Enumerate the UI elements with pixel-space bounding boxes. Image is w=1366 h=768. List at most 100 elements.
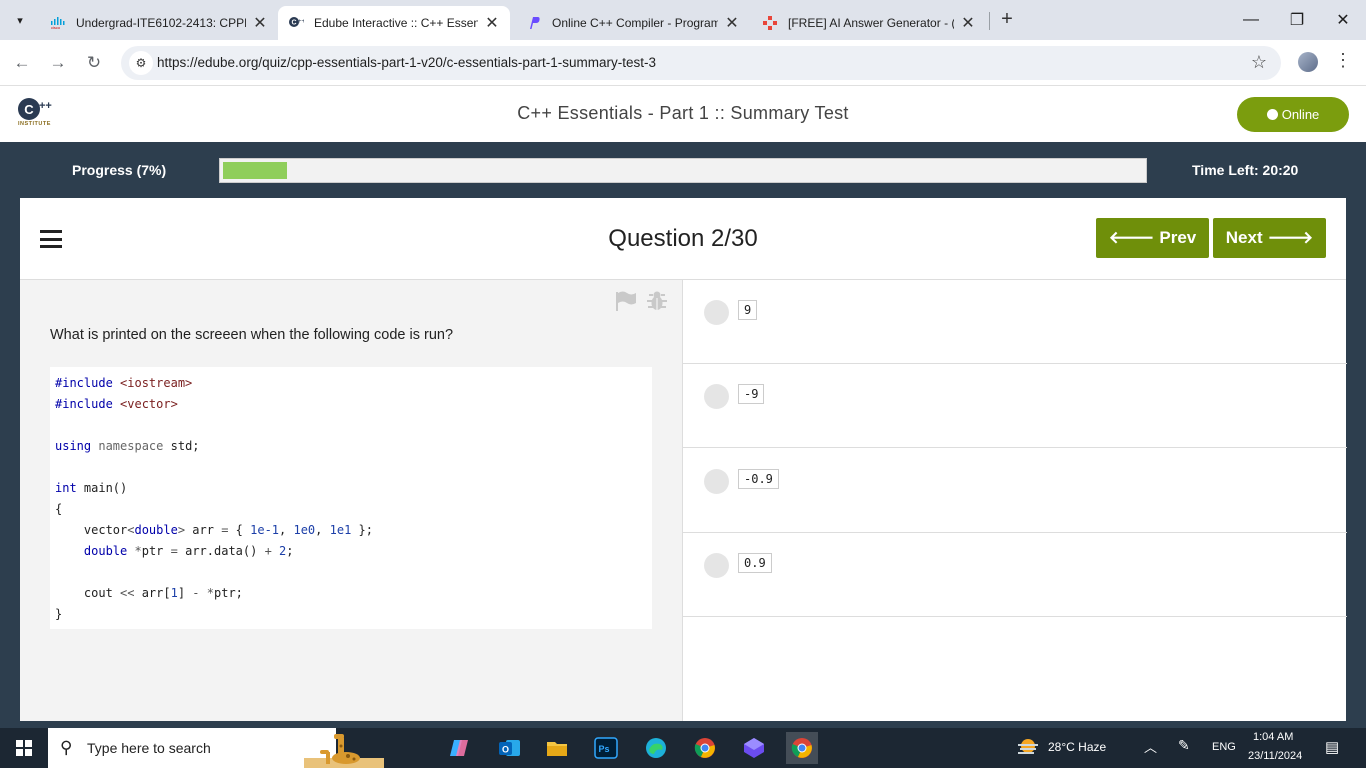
svg-text:C: C [292, 20, 297, 27]
site-info-icon[interactable]: ⚙ [129, 51, 153, 75]
app-icon[interactable] [738, 732, 770, 764]
svg-text:++: ++ [298, 19, 304, 25]
close-tab-icon[interactable]: ✕ [724, 13, 740, 33]
code-block: #include <iostream> #include <vector> us… [50, 367, 652, 629]
svg-text:cisco: cisco [51, 25, 61, 29]
minimize-icon[interactable]: — [1228, 0, 1274, 40]
progress-bar-fill [223, 162, 287, 179]
copilot-app-icon[interactable] [444, 732, 476, 764]
answer-option-4[interactable]: 0.9 [683, 533, 1347, 617]
code-line: vector<double> arr = { 1e-1, 1e0, 1e1 }; [55, 523, 373, 537]
close-tab-icon[interactable]: ✕ [252, 13, 268, 33]
prev-button[interactable]: 🡐 Prev [1096, 218, 1209, 258]
code-line: double *ptr = arr.data() + 2; [83, 544, 294, 558]
giraffe-illustration-icon [304, 734, 384, 768]
bookmark-star-icon[interactable]: ☆ [1251, 52, 1267, 73]
code-line: } [55, 607, 63, 621]
photoshop-icon[interactable]: Ps [590, 732, 622, 764]
browser-toolbar: ← → ↻ ⚙ https://edube.org/quiz/cpp-essen… [0, 40, 1366, 86]
answer-option-1[interactable]: 9 [683, 280, 1347, 364]
browser-menu-icon[interactable]: ⋮ [1334, 50, 1352, 71]
online-dot-icon [1266, 109, 1278, 120]
forward-icon[interactable]: → [45, 50, 71, 76]
taskbar-search[interactable]: ⚲ Type here to search [48, 728, 384, 768]
cpp-institute-icon: C ++ [288, 15, 304, 31]
restore-icon[interactable]: ❐ [1274, 0, 1320, 40]
answer-option-2[interactable]: -9 [683, 364, 1347, 448]
reload-icon[interactable]: ↻ [81, 50, 107, 76]
progress-bar [219, 158, 1147, 183]
weather-text[interactable]: 28°C Haze [1048, 740, 1106, 754]
code-line: using namespace std; [55, 439, 200, 453]
notifications-icon[interactable]: ▤ [1325, 738, 1339, 756]
browser-tab-4[interactable]: [FREE] AI Answer Generator - (N ✕ [752, 6, 986, 40]
url-text[interactable]: https://edube.org/quiz/cpp-essentials-pa… [157, 55, 656, 70]
code-line: { [55, 502, 63, 516]
weather-icon[interactable] [1016, 736, 1040, 761]
arrow-left-icon: 🡐 [1108, 228, 1155, 247]
online-status-button[interactable]: Online [1237, 97, 1349, 132]
address-bar[interactable]: ⚙ https://edube.org/quiz/cpp-essentials-… [121, 46, 1281, 80]
search-placeholder: Type here to search [87, 740, 211, 756]
online-label: Online [1281, 107, 1320, 122]
radio-button[interactable] [704, 469, 729, 494]
tab-title: Edube Interactive :: C++ Essenti [314, 16, 478, 30]
tab-search-dropdown-icon[interactable]: ▾ [8, 8, 32, 32]
search-icon: ⚲ [60, 738, 73, 757]
progress-band: Progress (7%) Time Left: 20:20 [0, 142, 1366, 198]
tab-title: Online C++ Compiler - Program [552, 16, 718, 30]
report-bug-icon[interactable] [646, 290, 668, 312]
tab-separator [989, 12, 990, 30]
answer-value: 0.9 [738, 553, 772, 573]
page-header: C ++ INSTITUTE C++ Essentials - Part 1 :… [0, 86, 1366, 142]
edge-icon[interactable] [640, 732, 672, 764]
chrome-icon[interactable] [689, 732, 721, 764]
clock-time[interactable]: 1:04 AM [1253, 731, 1293, 743]
close-window-icon[interactable]: ✕ [1320, 0, 1366, 40]
outlook-app-icon[interactable]: O [493, 732, 525, 764]
chrome-active-icon[interactable] [786, 732, 818, 764]
progress-label: Progress (7%) [72, 162, 167, 178]
svg-text:O: O [502, 745, 509, 755]
next-label: Next [1225, 228, 1263, 247]
browser-tab-1[interactable]: cisco Undergrad-ITE6102-2413: CPPE ✕ [40, 6, 278, 40]
start-button[interactable] [0, 728, 48, 768]
prev-label: Prev [1159, 228, 1197, 247]
clock-date[interactable]: 23/11/2024 [1248, 750, 1302, 762]
answer-option-3[interactable]: -0.9 [683, 449, 1347, 533]
answer-value: 9 [738, 300, 758, 320]
radio-button[interactable] [704, 300, 729, 325]
close-tab-icon[interactable]: ✕ [960, 13, 976, 33]
close-tab-icon[interactable]: ✕ [484, 13, 500, 33]
extension-icon[interactable] [1298, 52, 1318, 72]
code-line: #include <vector> [55, 397, 178, 411]
pen-icon[interactable]: ✎ [1178, 737, 1190, 754]
radio-button[interactable] [704, 553, 729, 578]
page-title: C++ Essentials - Part 1 :: Summary Test [517, 103, 849, 123]
language-indicator[interactable]: ENG [1212, 741, 1236, 753]
question-pane: What is printed on the screeen when the … [20, 280, 682, 721]
ai-generator-icon [762, 15, 778, 31]
svg-text:Ps: Ps [599, 744, 610, 754]
question-prompt: What is printed on the screeen when the … [50, 327, 454, 343]
taskbar: ⚲ Type here to search O Ps 28°C Haze ︿ ✎… [0, 728, 1366, 768]
answer-value: -9 [738, 384, 765, 404]
flag-icon[interactable] [614, 290, 638, 312]
browser-tab-3[interactable]: Online C++ Compiler - Program ✕ [516, 6, 750, 40]
tab-title: Undergrad-ITE6102-2413: CPPE [76, 16, 246, 30]
arrow-right-icon: 🡒 [1267, 228, 1314, 247]
file-explorer-icon[interactable] [541, 732, 573, 764]
radio-button[interactable] [704, 384, 729, 409]
code-line: int main() [55, 481, 128, 495]
code-line: #include <iostream> [55, 376, 193, 390]
new-tab-icon[interactable]: + [995, 8, 1019, 32]
answer-value: -0.9 [738, 469, 779, 489]
back-icon[interactable]: ← [9, 50, 35, 76]
next-button[interactable]: Next 🡒 [1213, 218, 1326, 258]
browser-tab-2[interactable]: C ++ Edube Interactive :: C++ Essenti ✕ [278, 6, 510, 40]
tray-chevron-icon[interactable]: ︿ [1144, 737, 1157, 756]
time-left: Time Left: 20:20 [1192, 162, 1299, 178]
onlinegdb-icon [526, 15, 542, 31]
answers-pane: 9 -9 -0.9 0.9 [682, 280, 1347, 721]
